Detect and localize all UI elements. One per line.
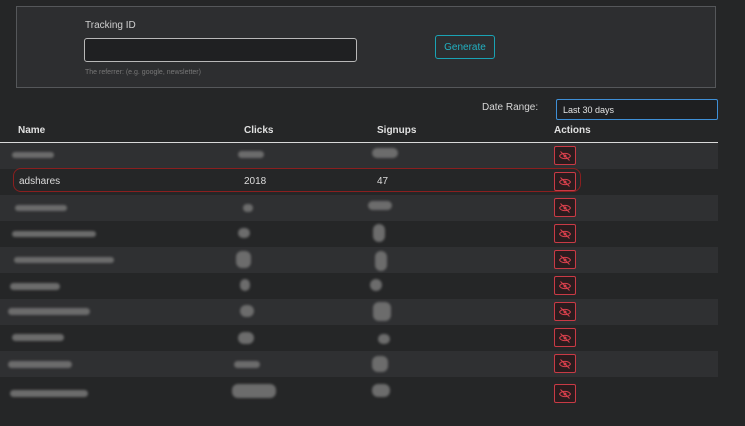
redacted-clicks (243, 204, 253, 212)
redacted-name (10, 390, 88, 397)
column-header-signups: Signups (377, 125, 417, 136)
redacted-name (12, 231, 96, 237)
hide-button[interactable] (554, 198, 576, 217)
hide-button[interactable] (554, 146, 576, 165)
table-row (0, 143, 718, 169)
table-row (0, 195, 718, 221)
redacted-name (10, 283, 60, 290)
table-row (0, 299, 718, 325)
table-row (0, 325, 718, 351)
redacted-name (12, 152, 54, 158)
column-header-actions: Actions (554, 125, 591, 136)
eye-off-icon (559, 228, 571, 239)
eye-off-icon (559, 202, 571, 213)
eye-off-icon (559, 358, 571, 369)
redacted-clicks (238, 332, 254, 344)
redacted-signups (372, 148, 398, 158)
redacted-signups (368, 201, 392, 210)
tracking-id-label: Tracking ID (85, 20, 136, 31)
eye-off-icon (559, 306, 571, 317)
tracking-id-help-text: The referrer: (e.g. google, newsletter) (85, 69, 201, 76)
redacted-clicks (238, 151, 264, 158)
hide-button[interactable] (554, 384, 576, 403)
redacted-signups (370, 279, 382, 291)
generate-button[interactable]: Generate (435, 35, 495, 59)
date-range-select[interactable]: Last 30 days (556, 99, 718, 120)
redacted-name (12, 334, 64, 341)
date-range-label: Date Range: (482, 102, 539, 113)
redacted-name (8, 361, 72, 368)
hide-button[interactable] (554, 354, 576, 373)
hide-button[interactable] (554, 302, 576, 321)
eye-off-icon (559, 280, 571, 291)
redacted-signups (375, 251, 387, 271)
column-header-clicks: Clicks (244, 125, 274, 136)
table-row (0, 273, 718, 299)
highlight-outline (13, 168, 581, 192)
hide-button[interactable] (554, 276, 576, 295)
hide-button[interactable] (554, 250, 576, 269)
redacted-clicks (232, 384, 276, 398)
referral-form-panel: Tracking ID The referrer: (e.g. google, … (16, 6, 716, 88)
tracking-id-input[interactable] (84, 38, 357, 62)
table-row (0, 377, 718, 403)
eye-off-icon (559, 332, 571, 343)
eye-off-icon (559, 254, 571, 265)
redacted-signups (373, 224, 385, 242)
redacted-signups (378, 334, 390, 344)
redacted-name (15, 205, 67, 211)
redacted-clicks (236, 251, 251, 268)
column-header-name: Name (18, 125, 46, 136)
redacted-signups (372, 384, 390, 397)
table-row (0, 247, 718, 273)
table-header: Name Clicks Signups Actions (0, 124, 718, 144)
redacted-signups (373, 302, 391, 321)
redacted-clicks (234, 361, 260, 368)
eye-off-icon (559, 388, 571, 399)
redacted-clicks (240, 279, 250, 291)
redacted-name (14, 257, 114, 263)
redacted-name (8, 308, 90, 315)
table-row (0, 221, 718, 247)
date-range-selected-value: Last 30 days (563, 104, 615, 115)
redacted-signups (372, 356, 388, 372)
redacted-clicks (238, 228, 250, 238)
hide-button[interactable] (554, 328, 576, 347)
redacted-clicks (240, 305, 254, 317)
table-row (0, 351, 718, 377)
eye-off-icon (559, 150, 571, 161)
hide-button[interactable] (554, 224, 576, 243)
